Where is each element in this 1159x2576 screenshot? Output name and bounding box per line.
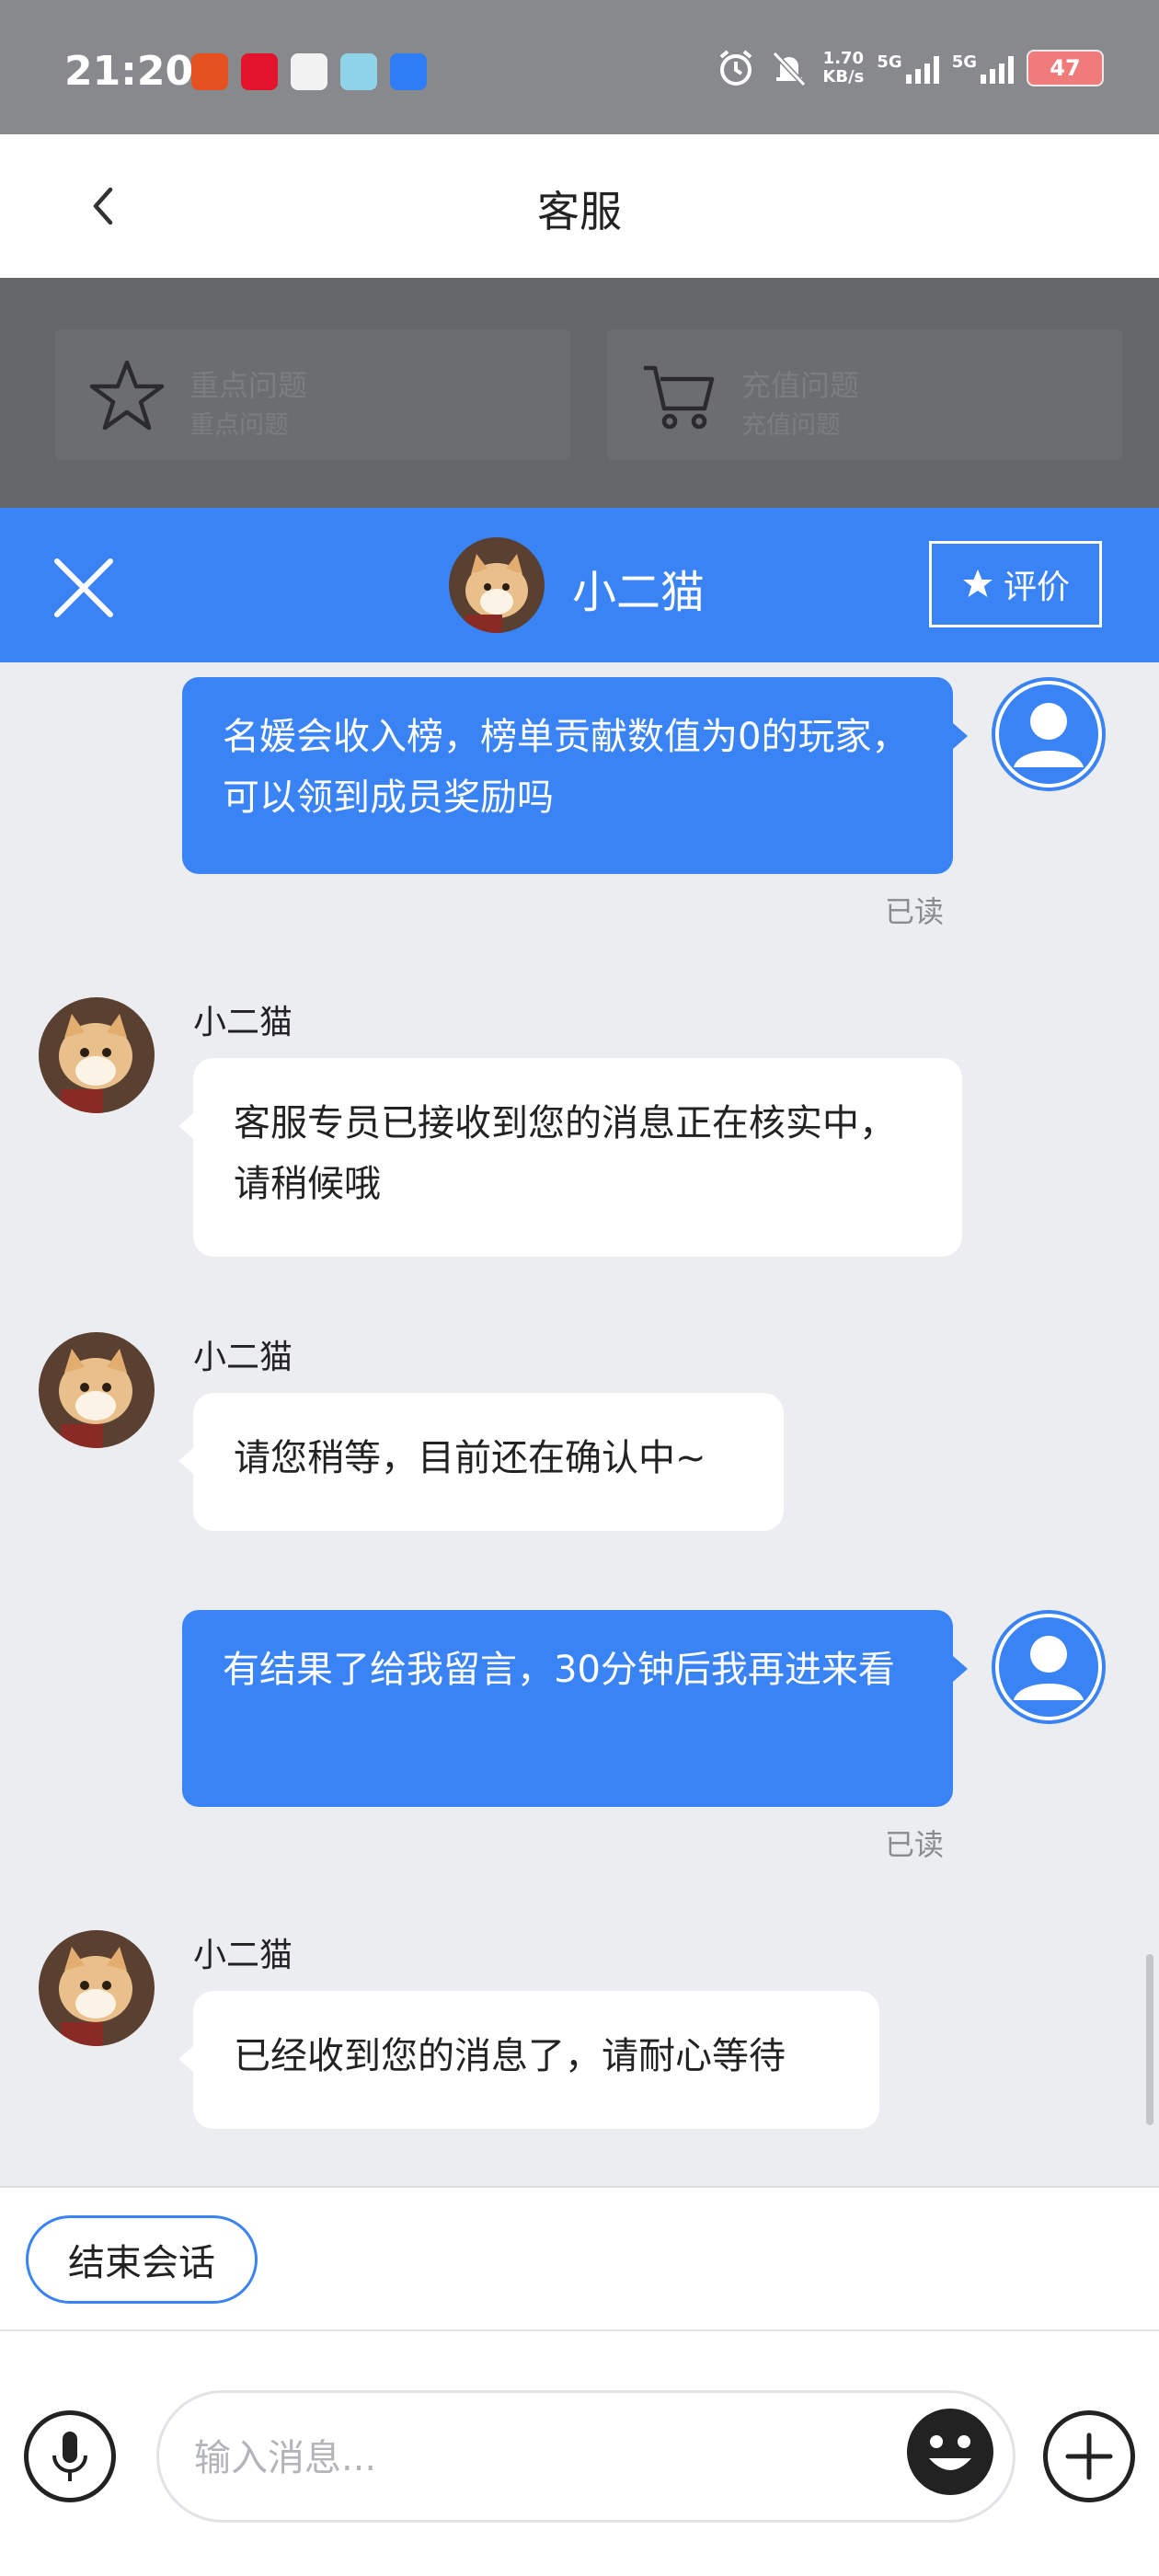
input-bar [0, 2329, 1159, 2576]
quick-menu-item-recharge[interactable]: 充值问题 充值问题 [607, 329, 1122, 460]
agent-avatar [39, 1930, 155, 2046]
plus-icon [1065, 2432, 1113, 2480]
close-icon[interactable] [52, 556, 116, 620]
star-icon [962, 569, 993, 597]
agent-avatar [39, 997, 155, 1113]
user-avatar [992, 1610, 1106, 1724]
bubble-tail [178, 1113, 193, 1139]
message-bubble-outgoing: 名媛会收入榜，榜单贡献数值为0的玩家，可以领到成员奖励吗 [182, 677, 953, 874]
signal-sim1: 5G [877, 52, 939, 84]
status-time: 21:20 [64, 48, 194, 95]
quick-menu-item-key-issues[interactable]: 重点问题 重点问题 [55, 329, 570, 460]
app-notification-icon [340, 53, 377, 90]
more-options-button[interactable] [1043, 2410, 1135, 2502]
app-notification-icon [241, 53, 278, 90]
alarm-icon [720, 50, 752, 86]
signal-sim2: 5G [952, 52, 1014, 84]
quick-menu-subtitle: 重点问题 [189, 411, 289, 440]
end-session-bar: 结束会话 [0, 2186, 1159, 2329]
net-speed: 1.70 KB/s [822, 50, 864, 86]
sender-name: 小二猫 [193, 1004, 293, 1041]
sim1-label: 5G [877, 52, 902, 72]
agent-avatar [39, 1332, 155, 1448]
sender-name: 小二猫 [193, 1937, 293, 1974]
rate-button[interactable]: 评价 [929, 541, 1102, 627]
app-notification-icon [291, 53, 327, 90]
cart-icon [644, 365, 715, 430]
net-speed-value: 1.70 [822, 49, 865, 68]
signal-icon [981, 52, 1014, 84]
message-list[interactable]: 名媛会收入榜，榜单贡献数值为0的玩家，可以领到成员奖励吗 已读 小二猫 客服专员… [0, 662, 1159, 2186]
quick-menu-title: 充值问题 [741, 368, 860, 403]
title-bar: 客服 [0, 134, 1159, 278]
app-notification-icon [191, 53, 228, 90]
net-speed-unit: KB/s [822, 67, 865, 86]
quick-menu-subtitle: 充值问题 [741, 411, 841, 440]
message-bubble-outgoing: 有结果了给我留言，30分钟后我再进来看 [182, 1610, 953, 1807]
status-bar: 21:20 1.70 KB/s 5G 5G 47 [0, 0, 1159, 134]
star-icon [89, 360, 165, 431]
bubble-tail [178, 2046, 193, 2072]
message-bubble-incoming: 已经收到您的消息了，请耐心等待 [193, 1991, 879, 2129]
emoji-icon[interactable] [903, 2405, 997, 2499]
microphone-icon [52, 2432, 87, 2481]
agent-avatar [449, 537, 545, 633]
sender-name: 小二猫 [193, 1339, 293, 1376]
voice-button[interactable] [24, 2410, 116, 2502]
mute-icon [773, 51, 807, 87]
read-status: 已读 [885, 1827, 945, 1862]
end-session-button[interactable]: 结束会话 [26, 2215, 258, 2304]
message-input[interactable] [156, 2390, 1016, 2523]
bubble-tail [953, 1656, 968, 1682]
bubble-tail [953, 723, 968, 749]
quick-menu-title: 重点问题 [189, 368, 308, 403]
quick-menu-overlay: 重点问题 重点问题 充值问题 充值问题 [0, 278, 1159, 508]
scrollbar[interactable] [1146, 1954, 1153, 2125]
page-title: 客服 [537, 187, 622, 236]
agent-name: 小二猫 [572, 567, 706, 618]
user-avatar [992, 677, 1106, 791]
message-bubble-incoming: 请您稍等，目前还在确认中~ [193, 1393, 784, 1531]
status-right: 1.70 KB/s 5G 5G 47 [716, 48, 1104, 88]
rate-button-label: 评价 [1003, 569, 1070, 606]
chat-header: 小二猫 评价 [0, 508, 1159, 662]
bubble-tail [178, 1448, 193, 1474]
app-notification-icon [390, 53, 427, 90]
battery-indicator: 47 [1027, 50, 1104, 86]
read-status: 已读 [885, 894, 945, 929]
message-input-field[interactable] [192, 2430, 858, 2487]
signal-icon [905, 52, 939, 84]
message-bubble-incoming: 客服专员已接收到您的消息正在核实中，请稍候哦 [193, 1058, 962, 1257]
sim2-label: 5G [951, 52, 977, 72]
